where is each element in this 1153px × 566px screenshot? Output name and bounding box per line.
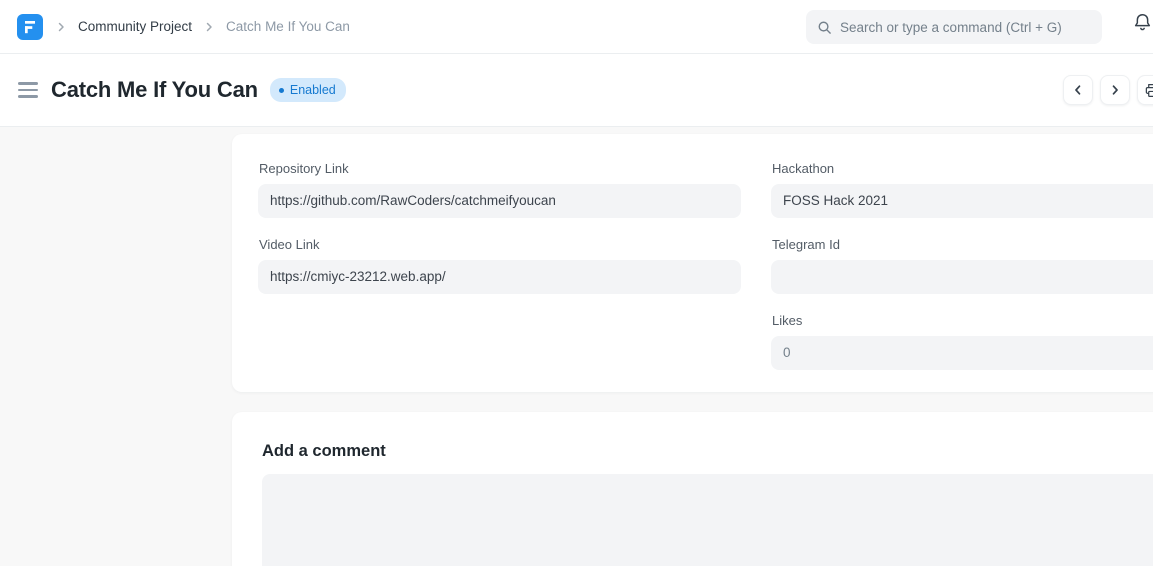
video-link-label: Video Link <box>259 238 741 252</box>
previous-record-button[interactable] <box>1063 75 1093 105</box>
global-search[interactable] <box>806 10 1102 44</box>
chevron-right-icon <box>203 21 215 33</box>
comment-input[interactable] <box>262 474 1153 566</box>
chevron-left-icon <box>1071 83 1085 97</box>
main-content: Repository Link https://github.com/RawCo… <box>0 127 1153 566</box>
details-form-card: Repository Link https://github.com/RawCo… <box>232 134 1153 392</box>
navbar: Community Project Catch Me If You Can <box>0 0 1153 54</box>
status-dot-icon <box>279 88 284 93</box>
breadcrumb-item-community-project[interactable]: Community Project <box>78 19 192 34</box>
video-link-field: Video Link https://cmiyc-23212.web.app/ <box>258 238 741 294</box>
likes-input[interactable]: 0 <box>771 336 1153 370</box>
video-link-input[interactable]: https://cmiyc-23212.web.app/ <box>258 260 741 294</box>
likes-label: Likes <box>772 314 1153 328</box>
telegram-id-label: Telegram Id <box>772 238 1153 252</box>
hackathon-label: Hackathon <box>772 162 1153 176</box>
header-actions <box>1063 75 1153 105</box>
search-input[interactable] <box>840 20 1091 35</box>
comment-card: Add a comment <box>232 412 1153 566</box>
printer-icon <box>1144 82 1153 99</box>
search-icon <box>817 20 832 35</box>
chevron-right-icon <box>55 21 67 33</box>
frappe-logo-icon[interactable] <box>17 14 43 40</box>
sidebar-toggle-icon[interactable] <box>18 82 38 98</box>
form-right-column: Hackathon FOSS Hack 2021 Telegram Id Lik… <box>771 162 1153 390</box>
status-badge-label: Enabled <box>290 83 336 97</box>
telegram-id-input[interactable] <box>771 260 1153 294</box>
repository-link-field: Repository Link https://github.com/RawCo… <box>258 162 741 218</box>
next-record-button[interactable] <box>1100 75 1130 105</box>
page-title: Catch Me If You Can <box>51 77 258 103</box>
likes-field: Likes 0 <box>771 314 1153 370</box>
chevron-right-icon <box>1108 83 1122 97</box>
add-comment-heading: Add a comment <box>262 442 1153 461</box>
form-left-column: Repository Link https://github.com/RawCo… <box>258 162 741 390</box>
print-button[interactable] <box>1137 75 1153 105</box>
telegram-id-field: Telegram Id <box>771 238 1153 294</box>
status-badge: Enabled <box>270 78 346 102</box>
page-header: Catch Me If You Can Enabled <box>0 54 1153 127</box>
breadcrumb: Community Project Catch Me If You Can <box>55 19 350 34</box>
hackathon-field: Hackathon FOSS Hack 2021 <box>771 162 1153 218</box>
notification-bell-icon[interactable] <box>1132 12 1153 38</box>
hackathon-input[interactable]: FOSS Hack 2021 <box>771 184 1153 218</box>
breadcrumb-item-current: Catch Me If You Can <box>226 19 350 34</box>
repository-link-input[interactable]: https://github.com/RawCoders/catchmeifyo… <box>258 184 741 218</box>
repository-link-label: Repository Link <box>259 162 741 176</box>
